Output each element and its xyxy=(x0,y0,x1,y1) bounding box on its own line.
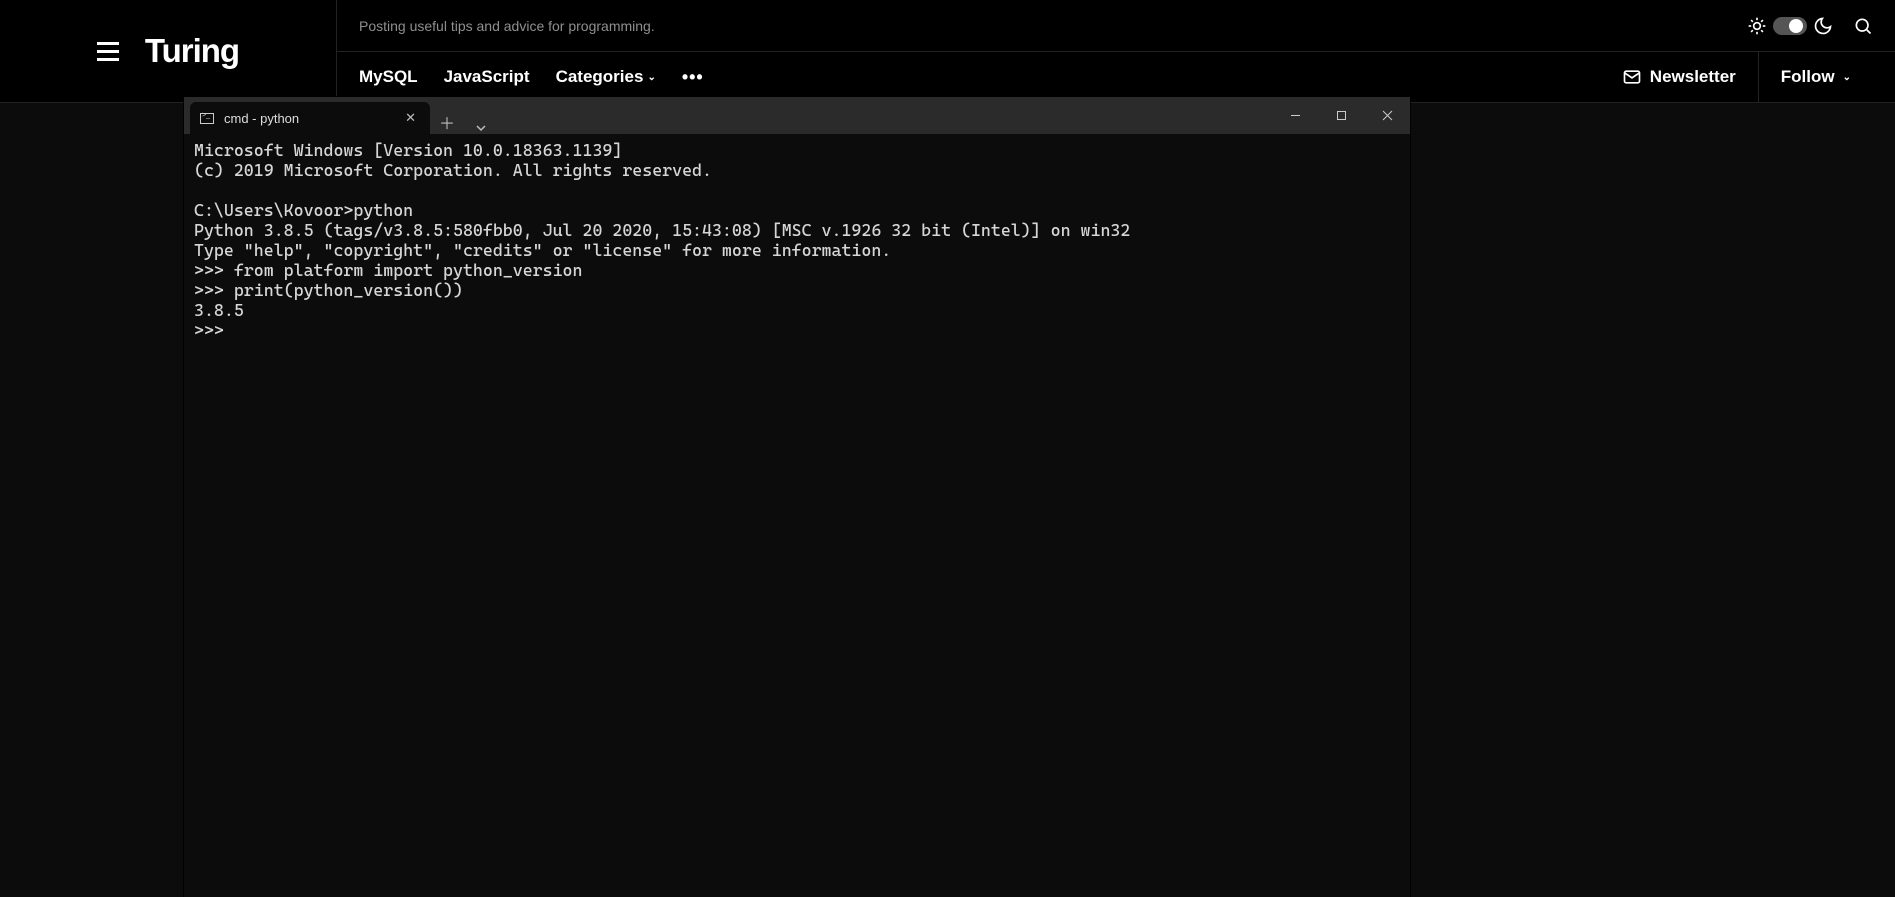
cmd-icon xyxy=(200,113,214,124)
follow-button[interactable]: Follow ⌄ xyxy=(1759,52,1873,102)
primary-nav: MySQL JavaScript Categories ⌄ ••• xyxy=(359,67,704,88)
newsletter-button[interactable]: Newsletter xyxy=(1600,52,1759,102)
header-right: Posting useful tips and advice for progr… xyxy=(337,0,1895,102)
site-header: Turing Posting useful tips and advice fo… xyxy=(0,0,1895,103)
tagline-row: Posting useful tips and advice for progr… xyxy=(337,0,1895,52)
dots-icon: ••• xyxy=(682,67,704,88)
menu-hamburger-icon[interactable] xyxy=(97,42,119,61)
nav-item-javascript[interactable]: JavaScript xyxy=(444,67,530,87)
new-tab-button[interactable]: ＋ xyxy=(430,110,464,134)
tab-dropdown-button[interactable] xyxy=(464,122,498,134)
nav-item-mysql[interactable]: MySQL xyxy=(359,67,418,87)
term-line: >>> from platform import python_version xyxy=(194,260,582,280)
nav-label: MySQL xyxy=(359,67,418,87)
nav-label: Categories xyxy=(556,67,644,87)
term-line: Type "help", "copyright", "credits" or "… xyxy=(194,240,891,260)
term-line: C:\Users\Kovoor>python xyxy=(194,200,413,220)
chevron-down-icon: ⌄ xyxy=(1843,72,1851,83)
top-controls xyxy=(1747,16,1873,36)
nav-label: JavaScript xyxy=(444,67,530,87)
window-maximize-button[interactable] xyxy=(1318,97,1364,134)
terminal-tab-title: cmd - python xyxy=(224,111,299,126)
tab-close-icon[interactable]: ✕ xyxy=(401,110,420,126)
theme-toggle[interactable] xyxy=(1773,17,1807,35)
window-controls xyxy=(1272,97,1410,134)
terminal-tabstrip: cmd - python ✕ ＋ xyxy=(184,97,498,134)
newsletter-label: Newsletter xyxy=(1650,67,1736,87)
search-icon[interactable] xyxy=(1853,16,1873,36)
moon-icon xyxy=(1813,16,1833,36)
terminal-titlebar[interactable]: cmd - python ✕ ＋ xyxy=(184,97,1410,134)
nav-item-categories[interactable]: Categories ⌄ xyxy=(556,67,656,87)
mail-icon xyxy=(1622,67,1642,87)
chevron-down-icon: ⌄ xyxy=(647,72,655,83)
header-left: Turing xyxy=(0,0,337,102)
window-close-button[interactable] xyxy=(1364,97,1410,134)
nav-right: Newsletter Follow ⌄ xyxy=(1600,52,1873,102)
site-tagline: Posting useful tips and advice for progr… xyxy=(359,18,655,34)
site-logo[interactable]: Turing xyxy=(145,32,239,70)
nav-row: MySQL JavaScript Categories ⌄ ••• xyxy=(337,52,1895,102)
term-line: 3.8.5 xyxy=(194,300,244,320)
term-line: Python 3.8.5 (tags/v3.8.5:580fbb0, Jul 2… xyxy=(194,220,1130,240)
term-line: >>> xyxy=(194,320,234,340)
follow-label: Follow xyxy=(1781,67,1835,87)
term-line: >>> print(python_version()) xyxy=(194,280,463,300)
nav-item-more[interactable]: ••• xyxy=(682,67,704,88)
term-line: (c) 2019 Microsoft Corporation. All righ… xyxy=(194,160,712,180)
terminal-tab-active[interactable]: cmd - python ✕ xyxy=(190,102,430,134)
terminal-body[interactable]: Microsoft Windows [Version 10.0.18363.11… xyxy=(184,134,1410,897)
sun-icon xyxy=(1747,16,1767,36)
term-line: Microsoft Windows [Version 10.0.18363.11… xyxy=(194,140,622,160)
theme-toggle-group xyxy=(1747,16,1833,36)
window-minimize-button[interactable] xyxy=(1272,97,1318,134)
terminal-window: cmd - python ✕ ＋ Microsoft Windows [Vers… xyxy=(184,97,1410,897)
